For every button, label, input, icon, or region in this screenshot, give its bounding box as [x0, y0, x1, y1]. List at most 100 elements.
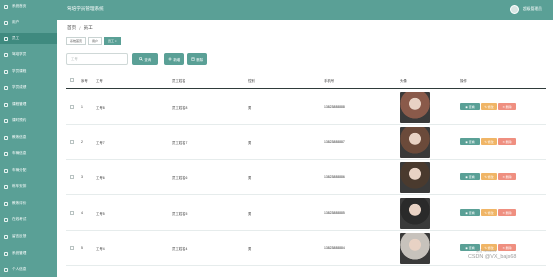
sidebar-item-label: 车辆信息 — [12, 151, 27, 155]
remove-button-label: 删除 — [505, 210, 512, 215]
sidebar-item-label: 驾培学员 — [12, 52, 27, 56]
sidebar-item-home[interactable]: 系统首页 — [0, 1, 57, 12]
table-header: 序号 工号 员工姓名 性别 手机号 头像 操作 — [66, 72, 546, 89]
edit-button-label: 修改 — [487, 104, 494, 109]
trash-icon: ✕ — [502, 245, 505, 250]
th-gender[interactable]: 性别 — [248, 78, 255, 83]
th-name[interactable]: 员工姓名 — [172, 78, 186, 83]
user-name[interactable]: 超级管理员 — [523, 7, 542, 12]
view-button[interactable]: ◉ 查看 — [460, 103, 480, 110]
eye-icon: ◉ — [465, 139, 468, 144]
sidebar-item-label: 在线考试 — [12, 217, 27, 221]
sidebar-item-label: 课时预约 — [12, 118, 27, 122]
course-icon — [4, 69, 8, 74]
student-icon — [4, 52, 8, 57]
sidebar-item-profile[interactable]: 个人信息 — [0, 264, 57, 275]
photo-thumbnail[interactable] — [400, 162, 430, 193]
select-all-checkbox[interactable] — [70, 78, 74, 82]
sidebar-item-label: 系统管理 — [12, 251, 27, 255]
sidebar-item-course[interactable]: 学员课程 — [0, 66, 57, 77]
sidebar-item-car[interactable]: 车辆信息 — [0, 148, 57, 159]
edit-button[interactable]: ✎ 修改 — [481, 138, 497, 145]
add-button[interactable]: 新增 — [164, 53, 184, 65]
row-checkbox[interactable] — [70, 175, 74, 179]
search-button[interactable]: 查询 — [132, 53, 158, 65]
eye-icon: ◉ — [465, 210, 468, 215]
cell-gender: 男 — [248, 106, 252, 110]
sidebar-item-rating[interactable]: 教练评价 — [0, 198, 57, 209]
profile-icon — [4, 267, 8, 272]
sidebar-item-assign[interactable]: 车辆分配 — [0, 165, 57, 176]
view-button[interactable]: ◉ 查看 — [460, 138, 480, 145]
trash-icon: ✕ — [502, 104, 505, 109]
photo-thumbnail[interactable] — [400, 92, 430, 123]
sidebar-item-label: 员工 — [12, 36, 20, 40]
cell-name: 员工姓名5 — [172, 212, 188, 216]
sidebar-item-label: 课程管理 — [12, 102, 27, 106]
th-phone[interactable]: 手机号 — [324, 78, 334, 83]
calendar-icon — [4, 118, 8, 123]
edit-button[interactable]: ✎ 修改 — [481, 103, 497, 110]
sidebar-item-exam[interactable]: 在线考试 — [0, 214, 57, 225]
avatar[interactable] — [510, 5, 519, 14]
delete-button[interactable]: 删除 — [187, 53, 207, 65]
row-checkbox[interactable] — [70, 105, 74, 109]
sidebar-item-booking[interactable]: 课时预约 — [0, 115, 57, 126]
sidebar-item-student[interactable]: 驾培学员 — [0, 49, 57, 60]
table-row: 2 工号7 员工姓名7 男 13823888887 ◉ 查看 ✎ 修改 ✕ 删除 — [66, 125, 546, 160]
view-button[interactable]: ◉ 查看 — [460, 173, 480, 180]
sidebar-item-settings[interactable]: 系统管理 — [0, 248, 57, 259]
view-button-label: 查看 — [468, 245, 475, 250]
remove-button-label: 删除 — [505, 245, 512, 250]
sidebar-item-label: 学员课程 — [12, 69, 27, 73]
cell-job-no: 工号5 — [96, 212, 105, 216]
edit-button[interactable]: ✎ 修改 — [481, 173, 497, 180]
sidebar-item-message[interactable]: 留言反馈 — [0, 231, 57, 242]
sidebar-item-score[interactable]: 学员成绩 — [0, 82, 57, 93]
row-checkbox[interactable] — [70, 246, 74, 250]
pencil-icon: ✎ — [484, 104, 487, 109]
add-button-label: 新增 — [173, 57, 181, 62]
row-checkbox[interactable] — [70, 140, 74, 144]
cell-gender: 男 — [248, 247, 252, 251]
remove-button[interactable]: ✕ 删除 — [498, 209, 516, 216]
cell-phone: 13823888886 — [324, 175, 345, 179]
sidebar-item-label: 用户 — [12, 20, 20, 24]
breadcrumb: 首页 / 员工 — [67, 25, 93, 31]
sidebar: 系统首页 用户 员工 驾培学员 学员课程 学员成绩 课程管理 课时预约 教练信息… — [0, 0, 57, 277]
breadcrumb-home[interactable]: 首页 — [67, 25, 76, 31]
sidebar-item-user[interactable]: 用户 — [0, 17, 57, 28]
sidebar-item-schedule[interactable]: 练车安排 — [0, 181, 57, 192]
breadcrumb-current: 员工 — [83, 25, 93, 30]
cell-index: 4 — [81, 211, 83, 215]
row-checkbox[interactable] — [70, 211, 74, 215]
remove-button[interactable]: ✕ 删除 — [498, 138, 516, 145]
pencil-icon: ✎ — [484, 174, 487, 179]
car-icon — [4, 151, 8, 156]
cell-job-no: 工号8 — [96, 106, 105, 110]
th-photo[interactable]: 头像 — [400, 78, 407, 83]
remove-button[interactable]: ✕ 删除 — [498, 173, 516, 180]
tag-user[interactable]: 用户 — [88, 37, 103, 45]
staff-icon — [4, 36, 8, 41]
tag-home[interactable]: 系统首页 — [66, 37, 87, 45]
sidebar-item-coach[interactable]: 教练信息 — [0, 132, 57, 143]
remove-button-label: 删除 — [505, 139, 512, 144]
view-button[interactable]: ◉ 查看 — [460, 209, 480, 216]
sidebar-item-label: 留言反馈 — [12, 234, 27, 238]
th-job-no[interactable]: 工号 — [96, 78, 103, 83]
search-input[interactable]: 工号 — [66, 53, 128, 65]
trash-icon: ✕ — [502, 210, 505, 215]
sidebar-item-book[interactable]: 课程管理 — [0, 99, 57, 110]
tag-staff[interactable]: 员工 × — [104, 37, 121, 45]
cell-index: 3 — [81, 175, 83, 179]
cell-name: 员工姓名8 — [172, 106, 188, 110]
edit-button[interactable]: ✎ 修改 — [481, 209, 497, 216]
photo-thumbnail[interactable] — [400, 198, 430, 229]
sidebar-item-staff[interactable]: 员工 — [0, 33, 57, 44]
remove-button[interactable]: ✕ 删除 — [498, 103, 516, 110]
photo-thumbnail[interactable] — [400, 127, 430, 158]
pencil-icon: ✎ — [484, 210, 487, 215]
photo-thumbnail[interactable] — [400, 233, 430, 264]
remove-button[interactable]: ✕ 删除 — [498, 244, 516, 251]
